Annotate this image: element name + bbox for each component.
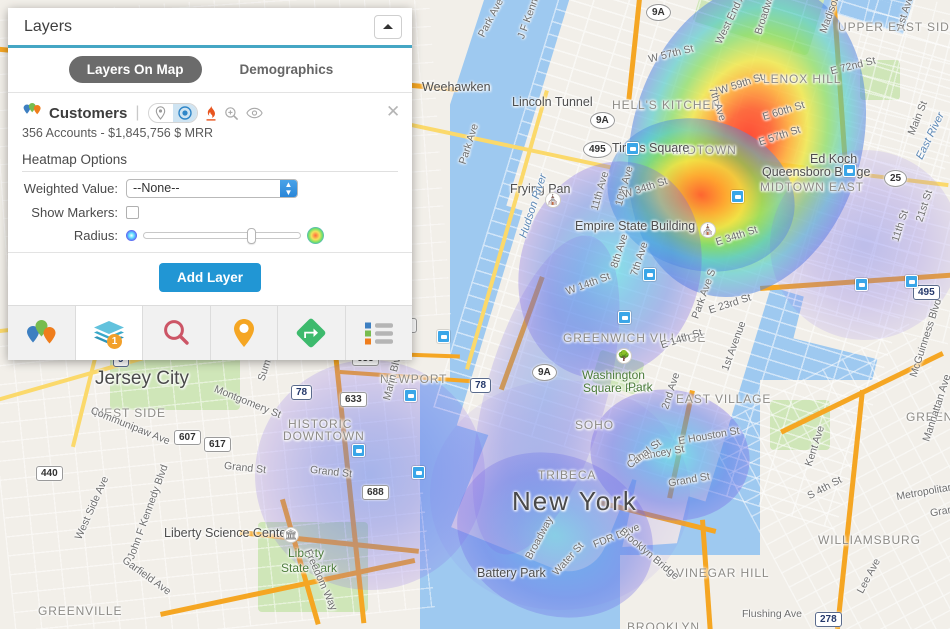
museum-icon[interactable]: 🏛	[283, 527, 299, 543]
route-shield: 78	[291, 385, 313, 400]
eye-visibility-icon[interactable]	[245, 107, 263, 119]
weighted-value-select[interactable]: --None--	[126, 179, 298, 198]
collapse-panel-button[interactable]	[374, 14, 402, 39]
route-shield: 9A	[646, 4, 671, 21]
show-markers-row: Show Markers:	[22, 205, 398, 220]
transit-marker[interactable]	[437, 330, 450, 343]
park-tree-icon[interactable]: 🌳	[616, 348, 632, 364]
show-markers-label: Show Markers:	[31, 205, 118, 220]
add-layer-bar: Add Layer	[8, 252, 412, 305]
route-shield: 617	[204, 437, 231, 452]
poi-icon[interactable]: ⛪	[700, 222, 716, 238]
route-shield: 495	[583, 141, 612, 158]
toolbar-directions-button[interactable]	[278, 306, 346, 360]
toolbar-marker-button[interactable]	[211, 306, 278, 360]
map-application: New York Jersey City HELL'S KITCHEN UPPER E…	[0, 0, 950, 629]
transit-marker[interactable]	[626, 142, 639, 155]
transit-marker[interactable]	[843, 164, 856, 177]
route-shield: 688	[362, 485, 389, 500]
small-radius-icon	[126, 230, 137, 241]
route-shield: 9A	[532, 364, 557, 381]
large-radius-icon	[307, 227, 324, 244]
panel-tabs: Layers On Map Demographics	[8, 48, 412, 92]
weighted-value-row: Weighted Value: --None-- ▲ ▼	[22, 179, 398, 198]
route-shield: 607	[174, 430, 201, 445]
transit-marker[interactable]	[352, 444, 365, 457]
transit-marker[interactable]	[731, 190, 744, 203]
route-shield: 9A	[590, 112, 615, 129]
layer-divider: |	[135, 104, 140, 121]
panel-toolbar: 1	[8, 305, 412, 360]
transit-marker[interactable]	[855, 278, 868, 291]
close-icon[interactable]: ✕	[386, 103, 400, 120]
layer-summary: 356 Accounts - $1,845,756 $ MRR	[22, 126, 214, 140]
zoom-to-layer-icon[interactable]	[224, 106, 239, 121]
customers-pins-icon	[22, 103, 42, 123]
radius-slider[interactable]	[143, 228, 301, 244]
map-pin-icon[interactable]	[149, 104, 173, 122]
show-markers-checkbox[interactable]	[126, 206, 139, 219]
layer-name: Customers	[49, 104, 128, 122]
radial-heatmap-icon[interactable]	[172, 104, 197, 122]
weighted-value-label: Weighted Value:	[23, 181, 118, 196]
transit-marker[interactable]	[412, 466, 425, 479]
radius-row: Radius:	[22, 227, 398, 244]
tab-layers-on-map[interactable]: Layers On Map	[68, 56, 202, 83]
heatmap-options: Heatmap Options Weighted Value: --None--…	[8, 148, 412, 252]
add-layer-button[interactable]: Add Layer	[158, 263, 262, 292]
route-shield: 25	[884, 170, 908, 187]
toolbar-search-button[interactable]	[143, 306, 211, 360]
layers-count-badge: 1	[107, 334, 122, 349]
toolbar-legend-button[interactable]	[346, 306, 413, 360]
flame-icon[interactable]	[205, 105, 217, 122]
page-title: Layers	[24, 17, 73, 35]
layer-item-customers: Customers | 356 Accounts - $1,845,756 $ …	[8, 93, 412, 148]
radius-slider-handle[interactable]	[246, 228, 256, 244]
route-shield: 633	[340, 392, 367, 407]
layer-mode-group	[147, 103, 198, 123]
panel-header: Layers	[8, 8, 412, 48]
route-shield: 278	[815, 612, 842, 627]
chevron-updown-icon[interactable]: ▲ ▼	[280, 180, 297, 197]
layers-panel: Layers Layers On Map Demographics Custom…	[8, 8, 412, 360]
transit-marker[interactable]	[643, 268, 656, 281]
route-shield: 78	[470, 378, 492, 393]
radius-label: Radius:	[73, 228, 118, 243]
route-shield: 440	[36, 466, 63, 481]
tab-demographics[interactable]: Demographics	[222, 56, 352, 83]
heatmap-options-title: Heatmap Options	[22, 152, 398, 172]
toolbar-layers-button[interactable]: 1	[75, 306, 143, 360]
toolbar-customers-button[interactable]	[8, 306, 76, 360]
poi-icon[interactable]: ⛪	[545, 192, 561, 208]
transit-marker[interactable]	[905, 275, 918, 288]
transit-marker[interactable]	[404, 389, 417, 402]
caret-up-icon	[383, 24, 393, 29]
transit-marker[interactable]	[618, 311, 631, 324]
